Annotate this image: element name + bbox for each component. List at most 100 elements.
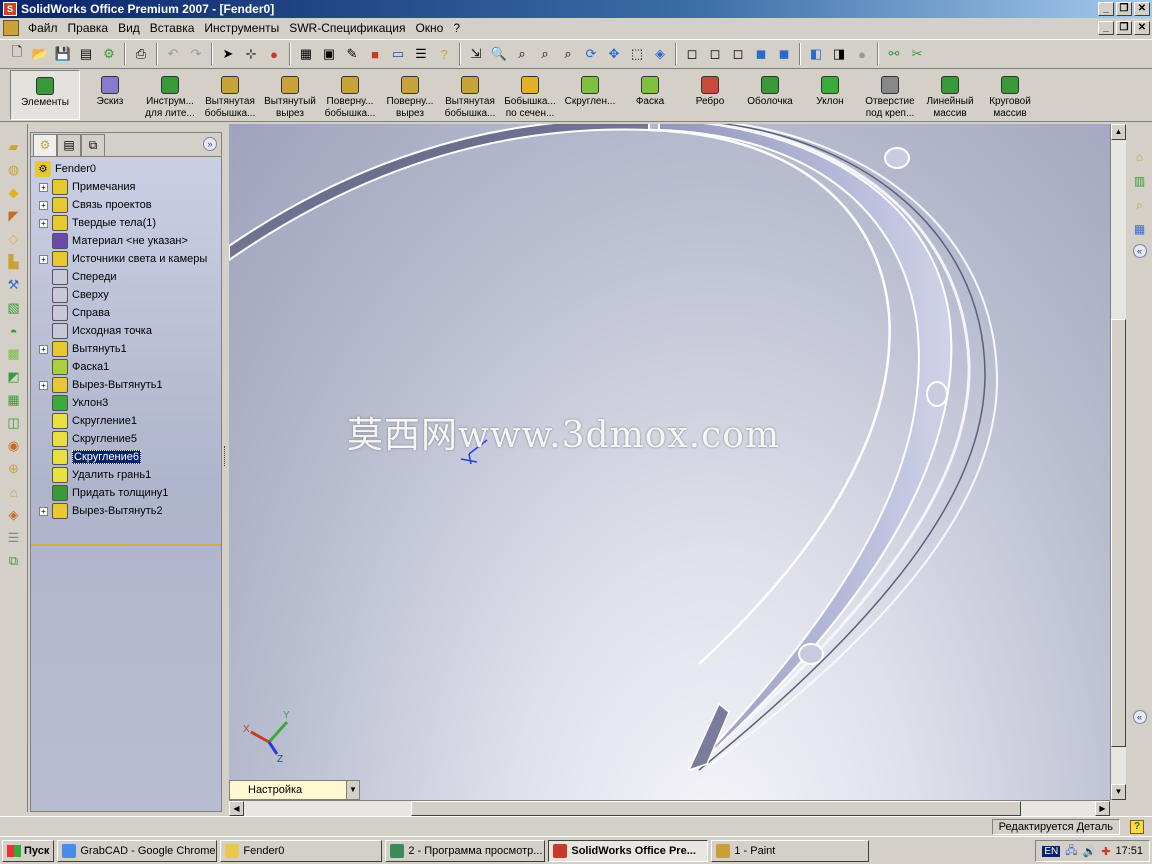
fender-model[interactable]	[229, 124, 1110, 800]
tree-item[interactable]: + Вырез-Вытянуть2	[39, 502, 163, 520]
tree-item[interactable]: Уклон3	[39, 394, 108, 412]
expand-icon[interactable]: +	[39, 344, 48, 354]
loft-icon[interactable]: ◆	[5, 184, 23, 202]
open-icon[interactable]: 📂	[29, 43, 51, 65]
standard-views-icon[interactable]: ⬚	[626, 43, 648, 65]
configuration-manager-tab[interactable]: ⧉	[81, 133, 105, 156]
mirror-tool-icon[interactable]: ◫	[5, 414, 23, 432]
section-view-icon[interactable]: ◧	[805, 43, 827, 65]
tree-item[interactable]: Фаска1	[39, 358, 109, 376]
menu-edit[interactable]: Правка	[63, 21, 114, 35]
scroll-up-icon[interactable]: ▲	[1111, 124, 1126, 140]
zoom-to-fit-icon[interactable]: 🔍	[488, 43, 510, 65]
feature-manager-tab[interactable]: ⚙	[33, 133, 57, 156]
smart-dimension-icon[interactable]: ✂	[906, 43, 928, 65]
design-library-icon[interactable]: ▥	[1131, 172, 1149, 190]
cmd-revolved-boss[interactable]: Поверну... бобышка...	[320, 70, 380, 120]
expand-icon[interactable]: +	[39, 380, 48, 390]
tree-item[interactable]: + Источники света и камеры	[39, 250, 207, 268]
horizontal-scroll-thumb[interactable]	[411, 801, 1021, 816]
cmd-features[interactable]: Элементы	[10, 70, 80, 120]
taskbar-button[interactable]: 2 - Программа просмотр...	[385, 839, 546, 862]
instant3d-icon[interactable]: ☰	[5, 529, 23, 547]
expand-task-pane-icon[interactable]: «	[1132, 710, 1147, 724]
vertical-scroll-thumb[interactable]	[1111, 319, 1126, 747]
tree-item[interactable]: Удалить грань1	[39, 466, 151, 484]
cmd-mold-tools[interactable]: Инструм... для лите...	[140, 70, 200, 120]
tree-item[interactable]: Материал <не указан>	[39, 232, 188, 250]
pan-icon[interactable]: ✥	[603, 43, 625, 65]
rebuild-icon[interactable]: ●	[263, 43, 285, 65]
expand-icon[interactable]: +	[39, 506, 48, 516]
sketch-tools-icon[interactable]: ✎	[341, 43, 363, 65]
cmd-rib[interactable]: Ребро	[680, 70, 740, 120]
tree-item[interactable]: + Твердые тела(1)	[39, 214, 156, 232]
make-drawing-icon[interactable]: ▤	[75, 43, 97, 65]
chevron-down-icon[interactable]: ▼	[346, 781, 359, 799]
vertical-scrollbar[interactable]: ▲ ▼	[1110, 124, 1126, 800]
make-assembly-icon[interactable]: ⚙	[98, 43, 120, 65]
view-palette-icon[interactable]: ▦	[1131, 220, 1149, 238]
cmd-circular-pattern[interactable]: Круговой массив	[980, 70, 1040, 120]
scroll-right-icon[interactable]: ▶	[1095, 801, 1110, 816]
shell-tool-icon[interactable]: ▙	[5, 253, 23, 271]
hidden-lines-visible-icon[interactable]: ◻	[704, 43, 726, 65]
rotate-view-icon[interactable]: ⟳	[580, 43, 602, 65]
tree-root[interactable]: ⚙ Fender0	[35, 160, 96, 178]
expand-icon[interactable]: +	[39, 254, 48, 264]
sweep-icon[interactable]: ◤	[5, 207, 23, 225]
minimize-button[interactable]: _	[1098, 2, 1114, 16]
cmd-swept-boss[interactable]: Вытянутая бобышка...	[440, 70, 500, 120]
taskbar-button[interactable]: 1 - Paint	[711, 839, 870, 862]
box-icon[interactable]: ■	[364, 43, 386, 65]
expand-icon[interactable]: +	[39, 182, 48, 192]
scroll-down-icon[interactable]: ▼	[1111, 784, 1126, 800]
menu-tools[interactable]: Инструменты	[199, 21, 284, 35]
tree-item[interactable]: Скругление1	[39, 412, 137, 430]
draft-tool-icon[interactable]: ▧	[5, 299, 23, 317]
undo-icon[interactable]: ↶	[162, 43, 184, 65]
save-icon[interactable]: 💾	[52, 43, 74, 65]
cmd-fillet[interactable]: Скруглен...	[560, 70, 620, 120]
revolved-boss-icon[interactable]: ◍	[5, 161, 23, 179]
taskbar-button[interactable]: SolidWorks Office Pre...	[548, 839, 709, 862]
help-icon[interactable]: ?	[433, 43, 455, 65]
shaded-icon[interactable]: ◼	[773, 43, 795, 65]
doc-close-button[interactable]: ✕	[1134, 21, 1150, 35]
rollback-bar[interactable]	[31, 544, 221, 546]
redo-icon[interactable]: ↷	[185, 43, 207, 65]
start-button[interactable]: Пуск	[2, 839, 55, 862]
shadows-icon[interactable]: ◨	[828, 43, 850, 65]
scale-tool-icon[interactable]: ⧉	[5, 552, 23, 570]
view-orientation-icon[interactable]: ◈	[649, 43, 671, 65]
home-icon[interactable]: ⌂	[1131, 148, 1149, 166]
zoom-in-out-icon[interactable]: ⌕	[534, 43, 556, 65]
scroll-left-icon[interactable]: ◀	[229, 801, 244, 816]
extruded-boss-icon[interactable]: ▰	[5, 138, 23, 156]
volume-icon[interactable]: 🔊	[1083, 845, 1097, 858]
restore-button[interactable]: ❐	[1116, 2, 1132, 16]
hidden-lines-removed-icon[interactable]: ◻	[727, 43, 749, 65]
menu-window[interactable]: Окно	[410, 21, 448, 35]
doc-restore-button[interactable]: ❐	[1116, 21, 1132, 35]
curves-tool-icon[interactable]: ⌂	[5, 483, 23, 501]
new-icon[interactable]: 🗋	[6, 43, 28, 65]
expand-icon[interactable]: +	[39, 218, 48, 228]
file-explorer-icon[interactable]: ⌕	[1131, 196, 1149, 214]
cmd-extruded-boss[interactable]: Вытянутая бобышка...	[200, 70, 260, 120]
split-tool-icon[interactable]: ◈	[5, 506, 23, 524]
solidworks-app-icon[interactable]: S	[3, 2, 17, 16]
shaded-with-edges-icon[interactable]: ◼	[750, 43, 772, 65]
sketch-relations-icon[interactable]: ⚯	[883, 43, 905, 65]
property-manager-tab[interactable]: ▤	[57, 133, 81, 156]
hole-tool-icon[interactable]: ◉	[5, 437, 23, 455]
fillet-tool-icon[interactable]: ▩	[5, 345, 23, 363]
cmd-draft[interactable]: Уклон	[800, 70, 860, 120]
cmd-shell[interactable]: Оболочка	[740, 70, 800, 120]
collapse-task-pane-icon[interactable]: «	[1132, 244, 1147, 258]
menu-help[interactable]: ?	[448, 21, 465, 35]
network-icon[interactable]: 🖧	[1065, 842, 1077, 861]
dome-icon[interactable]: ◓	[5, 322, 23, 340]
select-icon[interactable]: ➤	[217, 43, 239, 65]
document-icon[interactable]	[3, 20, 19, 36]
